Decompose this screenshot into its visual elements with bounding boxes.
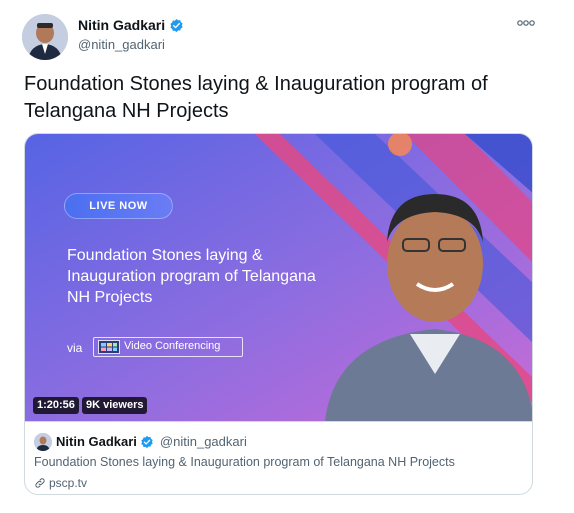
link-icon	[35, 478, 45, 488]
tweet[interactable]: Nitin Gadkari @nitin_gadkari Foundation …	[0, 0, 574, 513]
video-thumbnail[interactable]: LIVE NOW Foundation Stones laying & Inau…	[25, 134, 532, 421]
card-author-handle: @nitin_gadkari	[159, 434, 247, 449]
author-avatar[interactable]	[22, 14, 68, 60]
video-conferencing-label: Video Conferencing	[124, 340, 221, 352]
card-author-row: Nitin Gadkari @nitin_gadkari	[56, 434, 247, 449]
video-conferencing-icon	[98, 340, 120, 354]
via-label: via	[67, 341, 83, 355]
verified-badge-icon	[141, 435, 153, 448]
card-footer[interactable]: Nitin Gadkari @nitin_gadkari Foundation …	[25, 421, 532, 494]
more-options-icon[interactable]	[516, 17, 536, 29]
author-name-row: Nitin Gadkari	[78, 17, 184, 33]
author-handle[interactable]: @nitin_gadkari	[78, 37, 165, 52]
link-card[interactable]: LIVE NOW Foundation Stones laying & Inau…	[24, 133, 533, 495]
live-now-badge: LIVE NOW	[64, 193, 173, 219]
tweet-text: Foundation Stones laying & Inauguration …	[24, 73, 488, 122]
card-description: Foundation Stones laying & Inauguration …	[34, 455, 455, 469]
video-conferencing-tag: Video Conferencing	[93, 337, 243, 357]
viewers-badge: 9K viewers	[82, 397, 148, 414]
card-author-name: Nitin Gadkari	[56, 434, 137, 449]
verified-badge-icon	[170, 18, 183, 32]
card-author-avatar	[34, 433, 52, 451]
thumbnail-title: Foundation Stones laying & Inauguration …	[67, 247, 316, 306]
author-name[interactable]: Nitin Gadkari	[78, 17, 165, 33]
duration-badge: 1:20:56	[33, 397, 79, 414]
card-link[interactable]: pscp.tv	[34, 476, 87, 490]
card-domain[interactable]: pscp.tv	[49, 476, 87, 490]
